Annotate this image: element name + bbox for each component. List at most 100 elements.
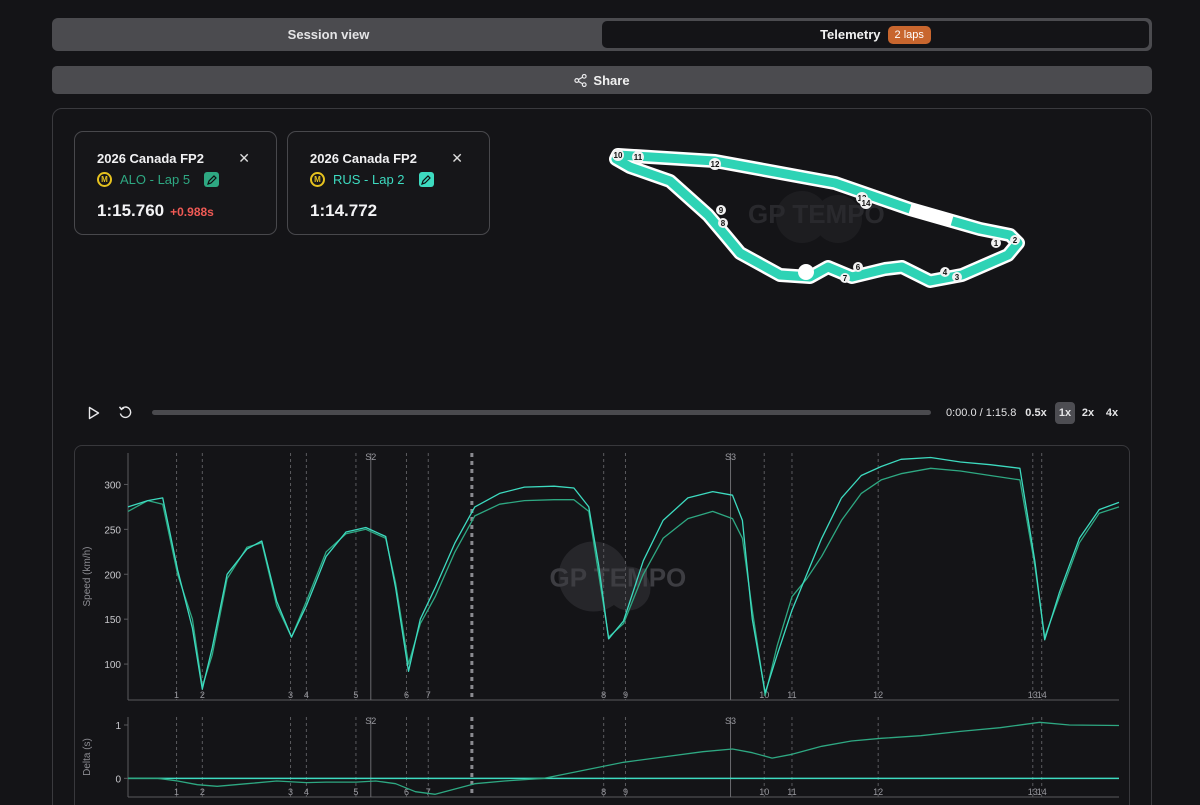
turn-marker-label: 5 [353, 787, 358, 797]
lap-card-alo: 2026 Canada FP2 ✕ M ALO - Lap 5 1:15.760… [74, 131, 277, 235]
tab-session-view-label: Session view [287, 27, 370, 42]
sector-label: S2 [365, 452, 376, 462]
svg-text:10: 10 [614, 151, 623, 160]
share-icon [574, 73, 588, 87]
playback-time-readout: 0:00.0 / 1:15.8 [946, 407, 1017, 419]
edit-color-icon[interactable] [418, 172, 434, 187]
svg-text:2: 2 [1013, 236, 1018, 245]
y-tick-label: 200 [104, 570, 121, 581]
svg-text:12: 12 [711, 160, 720, 169]
turn-marker-label: 10 [759, 787, 769, 797]
car-position-marker [798, 264, 814, 280]
turn-label: 12 [709, 158, 721, 170]
turn-label: 14 [860, 197, 872, 209]
turn-label: 1 [991, 238, 1001, 248]
turn-marker-label: 14 [1037, 787, 1047, 797]
turn-marker-label: 14 [1037, 690, 1047, 700]
view-tabs: Session view Telemetry 2 laps [52, 18, 1152, 51]
mercedes-logo-icon: M [97, 172, 112, 187]
telemetry-charts[interactable]: GP TEMPO100150200250300Speed (km/h)S2 S31… [74, 445, 1130, 805]
mercedes-logo-icon: M [310, 172, 325, 187]
y-tick-label: 150 [104, 615, 121, 626]
turn-marker-label: 11 [787, 690, 796, 700]
turn-marker-label: 8 [601, 787, 606, 797]
svg-text:14: 14 [862, 199, 871, 208]
driver-lap-label: RUS - Lap 2 [333, 172, 405, 187]
sector-label: S3 [725, 716, 736, 726]
turn-marker-label: 9 [623, 787, 628, 797]
play-icon[interactable] [88, 406, 100, 420]
turn-marker-label: 9 [623, 690, 628, 700]
sector-label: S3 [725, 452, 736, 462]
track-white-segment [908, 204, 954, 226]
svg-text:4: 4 [943, 268, 948, 277]
turn-marker-label: 8 [601, 690, 606, 700]
tab-telemetry[interactable]: Telemetry 2 laps [602, 21, 1149, 48]
turn-marker-label: 1 [174, 787, 179, 797]
turn-marker-label: 1 [174, 690, 179, 700]
turn-label: 11 [632, 151, 644, 163]
turn-label: 9 [716, 205, 726, 215]
y-axis-label: Delta (s) [82, 738, 93, 776]
turn-marker-label: 3 [288, 690, 293, 700]
delta-chart: 01Delta (s)S2 S31 2 3 4 5 6 7 8 9 10 11 12 1314 [82, 716, 1120, 798]
turn-marker-label: 4 [304, 787, 309, 797]
edit-color-icon[interactable] [204, 172, 220, 187]
laps-count-badge: 2 laps [887, 25, 931, 44]
series-line [128, 721, 1120, 795]
share-label: Share [593, 72, 630, 88]
speed-chart: GP TEMPO 100 150 200 250 300 Speed (km/h) S2 S3 1… [82, 452, 1120, 701]
turn-marker-label: 3 [288, 787, 293, 797]
turn-marker-label: 12 [873, 690, 883, 700]
turn-marker-label: 11 [787, 787, 796, 797]
close-icon[interactable]: ✕ [238, 150, 250, 167]
turn-label: 4 [940, 267, 950, 277]
turn-marker-label: 4 [304, 690, 309, 700]
turn-marker-label: 2 [200, 787, 205, 797]
playback-controls: 0:00.0 / 1:15.8 0.5x 1x 2x 4x [86, 402, 1126, 424]
svg-text:6: 6 [856, 263, 861, 272]
turn-marker-label: 12 [873, 787, 883, 797]
y-tick-label: 100 [104, 660, 121, 671]
lap-card-time-row: 1:14.772 [310, 201, 377, 221]
lap-time: 1:15.760 [97, 201, 165, 220]
lap-card-session-title: 2026 Canada FP2 [97, 151, 204, 166]
close-icon[interactable]: ✕ [451, 150, 463, 167]
speed-2x-button[interactable]: 2x [1078, 402, 1098, 424]
speed-0.5x-button[interactable]: 0.5x [1025, 402, 1046, 424]
y-axis-label: Speed (km/h) [82, 546, 93, 606]
turn-label: 8 [718, 218, 728, 228]
share-button[interactable]: Share [52, 66, 1152, 94]
restart-icon[interactable] [118, 405, 133, 420]
speed-1x-button[interactable]: 1x [1055, 402, 1075, 424]
svg-text:7: 7 [843, 274, 848, 283]
lap-card-driver: M ALO - Lap 5 [97, 172, 220, 187]
speed-4x-button[interactable]: 4x [1102, 402, 1122, 424]
y-tick-label: 300 [104, 480, 121, 491]
lap-card-session-title: 2026 Canada FP2 [310, 151, 417, 166]
svg-text:1: 1 [994, 239, 999, 248]
y-tick-label: 250 [104, 525, 121, 536]
turn-marker-label: 5 [353, 690, 358, 700]
svg-text:9: 9 [719, 206, 724, 215]
lap-delta: +0.988s [170, 205, 214, 219]
playback-progress-bar[interactable] [152, 410, 931, 415]
turn-label: 6 [853, 262, 863, 272]
turn-label: 7 [840, 273, 850, 283]
lap-card-rus: 2026 Canada FP2 ✕ M RUS - Lap 2 1:14.772 [287, 131, 490, 235]
tab-telemetry-label: Telemetry [820, 27, 881, 42]
lap-card-driver: M RUS - Lap 2 [310, 172, 434, 187]
y-tick-label: 0 [115, 774, 121, 785]
lap-time: 1:14.772 [310, 201, 378, 220]
turn-marker-label: 2 [200, 690, 205, 700]
watermark-text: GP TEMPO [550, 563, 687, 593]
lap-card-time-row: 1:15.760 +0.988s [97, 201, 214, 221]
turn-label: 10 [612, 149, 624, 161]
turn-marker-label: 7 [426, 787, 431, 797]
turn-label: 3 [952, 272, 962, 282]
turn-marker-label: 6 [404, 690, 409, 700]
tab-session-view[interactable]: Session view [55, 21, 602, 48]
svg-text:11: 11 [634, 153, 643, 162]
turn-label: 2 [1010, 235, 1020, 245]
track-map: GP TEMPO 1 2 3 4 6 7 8 9 10 11 12 13 14 [609, 148, 1025, 288]
